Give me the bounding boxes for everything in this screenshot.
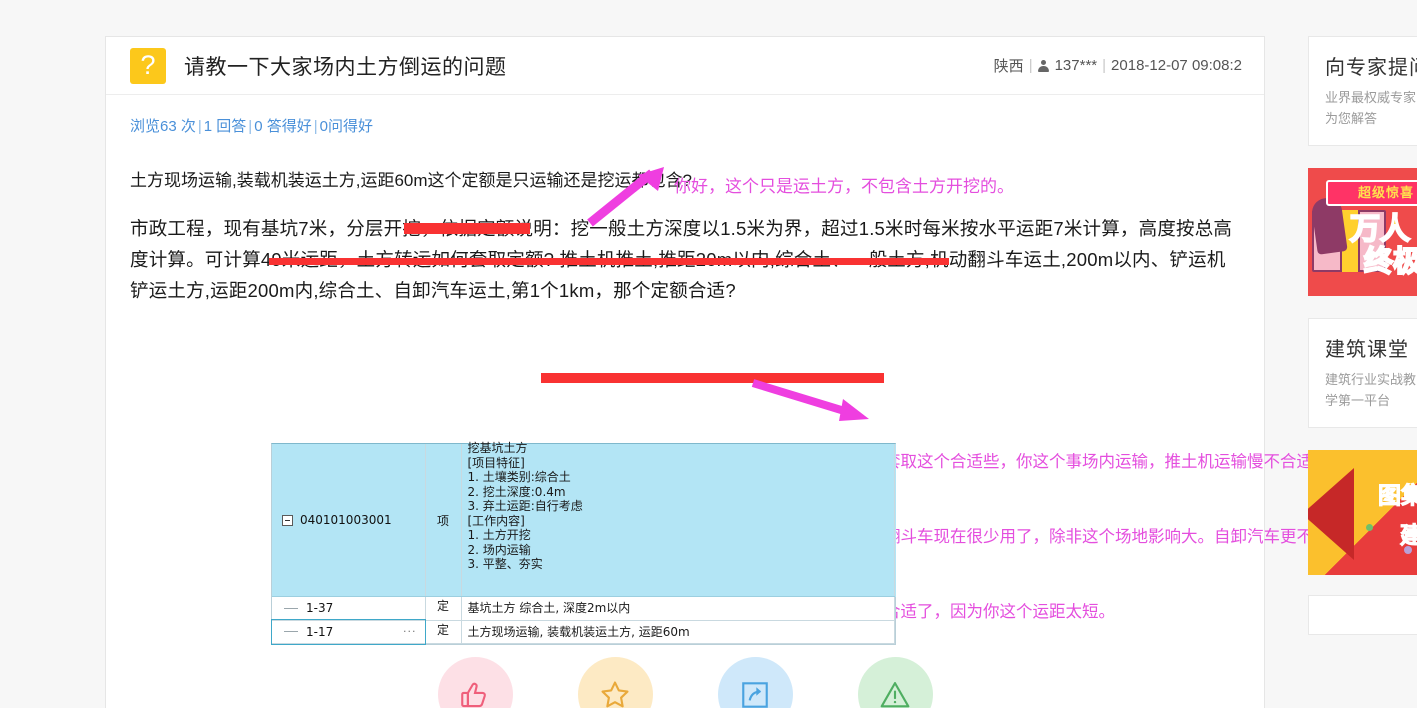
desc-line: 2. 挖土深度:0.4m xyxy=(467,484,566,499)
tree-line-icon xyxy=(282,626,304,637)
meta-datetime: 2018-12-07 09:08:2 xyxy=(1111,57,1242,74)
class-card-subtitle: 建筑行业实战教 学第一平台 xyxy=(1325,369,1417,411)
annotation-2-line-1: 套取这个合适些，你这个事场内运输，推土机运输慢不合适， xyxy=(884,452,1330,471)
row-unit: 项 xyxy=(436,513,449,528)
desc-line: 3. 平整、夯实 xyxy=(467,557,543,571)
sidebar-next-card xyxy=(1308,595,1417,635)
annotation-2-line-2: 翻斗车现在很少用了，除非这个场地影响大。自卸汽车更不 xyxy=(884,527,1313,546)
desc-line: 1. 土壤类别:综合土 xyxy=(467,470,571,484)
row-desc-cell: 基坑土方 综合土, 深度2m以内 xyxy=(461,596,895,621)
table-row[interactable]: 040101003001 项 挖基坑土方 [项目特征] 1. 土壤类别:综合土 … xyxy=(272,441,895,597)
favorite-circle[interactable] xyxy=(577,657,653,708)
ask-expert-card[interactable]: 向专家提问 业界最权威专家 为您解答 xyxy=(1308,36,1417,146)
page-root: ? 请教一下大家场内土方倒运的问题 陕西 | 137*** | 2018-12-… xyxy=(0,0,1417,708)
row-unit: 定 xyxy=(436,599,449,613)
atlas-banner[interactable]: 图集 建 xyxy=(1308,450,1417,575)
row-code-cell[interactable]: 1-17 ··· xyxy=(271,619,426,645)
red-underline-bar-2 xyxy=(269,258,949,265)
page-title: 请教一下大家场内土方倒运的问题 xyxy=(184,55,507,79)
question-card: ? 请教一下大家场内土方倒运的问题 陕西 | 137*** | 2018-12-… xyxy=(105,36,1330,708)
row-desc-cell: 土方现场运输, 装载机装运土方, 运距60m xyxy=(461,620,895,644)
meta-separator: | xyxy=(1102,57,1107,74)
user-icon xyxy=(1037,59,1049,72)
question-stats: 浏览63 次 | 1 回答 | 0 答得好 | 0问得好 xyxy=(130,115,1240,136)
atlas-headline-1: 图集 xyxy=(1378,482,1417,509)
stat-answers[interactable]: 1 回答 xyxy=(204,118,247,135)
desc-line: [工作内容] xyxy=(467,513,525,528)
ask-expert-sub-line-1: 业界最权威专家 xyxy=(1325,90,1417,105)
row-tail-cell xyxy=(894,596,895,621)
desc-line: 1. 土方开挖 xyxy=(467,528,531,542)
expert-annotation-2: 套取这个合适些，你这个事场内运输，推土机运输慢不合适， 翻斗车现在很少用了，除非… xyxy=(884,399,1330,674)
desc-line: 2. 场内运输 xyxy=(467,542,531,557)
like-button[interactable]: 0 xyxy=(437,657,513,708)
tree-line-icon xyxy=(282,603,304,614)
ask-expert-sub-line-2: 为您解答 xyxy=(1325,111,1378,126)
stat-sep: | xyxy=(313,118,318,135)
row-unit-cell: 项 xyxy=(425,444,462,597)
chevron-graphic xyxy=(1308,468,1354,560)
row-unit: 定 xyxy=(436,622,449,637)
share-button[interactable]: 0 xyxy=(717,657,793,708)
row-code: 1-17 xyxy=(306,624,334,639)
stat-good-questions: 0问得好 xyxy=(319,118,373,135)
class-card[interactable]: 建筑课堂 建筑行业实战教 学第一平台 xyxy=(1308,318,1417,428)
meta-region: 陕西 xyxy=(993,58,1024,75)
meta-user: 137*** xyxy=(1054,57,1098,74)
class-card-title: 建筑课堂 xyxy=(1325,339,1409,361)
meta-separator: | xyxy=(1028,57,1033,74)
star-icon xyxy=(601,680,629,707)
stat-sep: | xyxy=(248,118,253,135)
estimate-table: 040101003001 项 挖基坑土方 [项目特征] 1. 土壤类别:综合土 … xyxy=(271,441,896,645)
table-row[interactable]: 1-37 定 基坑土方 综合土, 深度2m以内 xyxy=(272,596,895,621)
share-icon xyxy=(742,681,768,708)
row-code: 040101003001 xyxy=(300,513,392,527)
row-tail-cell xyxy=(894,444,895,597)
atlas-headline-2: 建 xyxy=(1400,522,1417,549)
expert-annotation-1: 你好，这个只是运土方，不包含土方开挖的。 xyxy=(674,177,1014,197)
ask-expert-title: 向专家提问 xyxy=(1325,57,1417,79)
table-row[interactable]: 1-17 ··· 定 土方现场运输, 装载机装运土方, 运距60m xyxy=(271,619,895,645)
class-card-sub-line-2: 学第一平台 xyxy=(1325,393,1391,408)
pink-arrow-2 xyxy=(751,379,869,421)
red-highlight-bar-1 xyxy=(404,223,530,234)
decor-dot xyxy=(1366,524,1373,531)
row-desc: 基坑土方 综合土, 深度2m以内 xyxy=(467,601,631,615)
promo-headline-2: 终极 xyxy=(1363,245,1417,279)
thumbs-up-icon xyxy=(461,682,486,707)
row-desc: 土方现场运输, 装载机装运土方, 运距60m xyxy=(467,624,690,639)
action-bar: 0 0 0 xyxy=(106,657,1264,708)
promo-banner[interactable]: 超级惊喜 万人 终极 xyxy=(1308,168,1417,296)
class-card-sub-line-1: 建筑行业实战教 xyxy=(1325,372,1417,387)
row-code-cell[interactable]: 040101003001 xyxy=(272,444,426,597)
row-more-icon[interactable]: ··· xyxy=(403,625,417,638)
pink-arrow-1 xyxy=(587,167,664,227)
row-tail-cell xyxy=(894,620,895,644)
question-meta: 陕西 | 137*** | 2018-12-07 09:08:2 xyxy=(994,55,1242,76)
minus-icon[interactable] xyxy=(282,514,293,526)
desc-line: 挖基坑土方 xyxy=(467,441,528,455)
desc-line: 3. 弃土运距:自行考虑 xyxy=(467,499,583,513)
ask-expert-subtitle: 业界最权威专家 为您解答 xyxy=(1325,87,1417,129)
warning-triangle-icon xyxy=(880,681,910,707)
question-mark-icon: ? xyxy=(130,47,166,84)
question-header: ? 请教一下大家场内土方倒运的问题 陕西 | 137*** | 2018-12-… xyxy=(106,37,1264,95)
right-sidebar: 向专家提问 业界最权威专家 为您解答 超级惊喜 万人 终极 建筑课堂 建筑行业实… xyxy=(1308,36,1417,635)
row-code: 1-37 xyxy=(306,601,334,616)
stat-views: 浏览63 次 xyxy=(130,118,196,135)
row-unit-cell: 定 xyxy=(425,620,462,644)
row-code-cell[interactable]: 1-37 xyxy=(272,596,426,621)
like-circle[interactable] xyxy=(437,657,513,708)
share-circle[interactable] xyxy=(717,657,793,708)
row-unit-cell: 定 xyxy=(425,596,462,621)
row-desc-cell: 挖基坑土方 [项目特征] 1. 土壤类别:综合土 2. 挖土深度:0.4m 3.… xyxy=(461,441,895,597)
desc-line: [项目特征] xyxy=(467,455,525,470)
stat-good-answers: 0 答得好 xyxy=(254,118,312,135)
stat-sep: | xyxy=(197,118,202,135)
annotation-2-line-3: 合适了，因为你这个运距太短。 xyxy=(884,602,1115,621)
promo-ribbon-label: 超级惊喜 xyxy=(1326,180,1417,206)
favorite-button[interactable]: 0 xyxy=(577,657,653,708)
report-button[interactable]: 0 xyxy=(857,657,933,708)
report-circle[interactable] xyxy=(857,657,933,708)
